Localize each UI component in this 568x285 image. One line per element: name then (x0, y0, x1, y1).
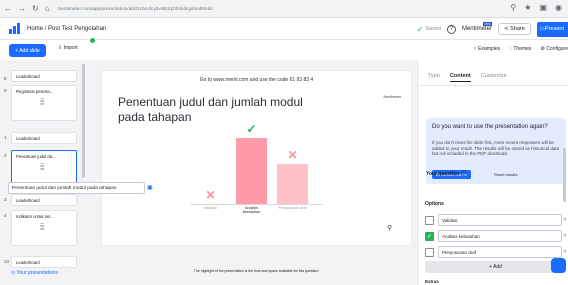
option-input[interactable]: Validasi (438, 214, 562, 226)
slide-thumbnail[interactable]: Leaderboard (11, 194, 77, 206)
slide-title: Leaderboard (16, 136, 40, 141)
list-icon: ☰ ☰ (40, 223, 45, 232)
list-icon: ☰ ☰ (40, 98, 45, 107)
mentimeter-logo-icon[interactable] (9, 23, 21, 34)
correct-checkbox[interactable] (425, 215, 434, 225)
add-option-button[interactable]: + Add (425, 261, 566, 273)
list-icon: ☰ ☰ (40, 163, 45, 172)
join-instructions: Go to www.menti.com and use the code 61 … (199, 77, 314, 83)
info-body: If you don't reset the slide first, more… (432, 140, 559, 156)
mentimeter-watermark: Mentimeter (383, 95, 401, 99)
canvas-footer-note: The highlight of the presentation is the… (193, 269, 320, 273)
back-icon[interactable]: ← (4, 4, 12, 13)
reset-results-button[interactable]: Reset results (494, 170, 517, 179)
add-slide-button[interactable]: + Add slide (9, 44, 46, 57)
slide-list-scrollbar[interactable] (82, 64, 85, 178)
slide-number: 4 (4, 213, 7, 218)
info-icon: ⓘ (460, 171, 466, 177)
profile-icon[interactable]: ◉ (555, 3, 562, 12)
reload-icon[interactable]: ↻ (32, 4, 39, 13)
slide-title: Registrasi peserta... (16, 89, 54, 94)
home-icon[interactable]: ⌂ (45, 4, 50, 13)
slide-title: Leaderboard (16, 260, 40, 265)
slide-number: 3 (4, 197, 7, 202)
option-input[interactable]: Analisis kebutuhan (438, 230, 562, 242)
workspace-menu[interactable]: Mentimeter PRO (462, 22, 492, 32)
slide-thumbnail[interactable]: Leaderboard (11, 132, 77, 144)
extension-icon[interactable]: ▣ (539, 3, 547, 12)
remove-option-icon[interactable]: ✕ (563, 217, 567, 223)
check-icon: ✓ (416, 24, 424, 34)
tab-type[interactable]: Type (428, 73, 440, 82)
question-title[interactable]: Penentuan judul dan jumlah modul pada ta… (118, 95, 318, 125)
your-presentations-link[interactable]: ⊙ Your presentations (11, 270, 58, 276)
help-icon[interactable]: ? (446, 24, 456, 34)
share-button[interactable]: ≺ Share (497, 23, 531, 35)
address-bar[interactable]: mentimeter.com/app/presentation/al4z1cbc… (58, 6, 213, 11)
slide-thumbnail[interactable]: Indikator untuk set... ☰ ☰ (11, 210, 77, 246)
your-question-label: Your question ⓘ (426, 171, 466, 177)
examples-button[interactable]: ♀ Examples (473, 46, 500, 52)
browser-bar: ← → ↻ ⌂ mentimeter.com/app/presentation/… (0, 0, 568, 18)
saved-status: ✓ Saved (416, 24, 441, 34)
option-row: Penyusunan draf ✕ (425, 245, 567, 259)
chart-baseline (190, 204, 323, 205)
tab-customize[interactable]: Customize (481, 73, 507, 82)
slide-title: Indikator untuk set... (16, 214, 54, 219)
themes-button[interactable]: ◌ Themes (509, 46, 531, 52)
chart-category-label: Validasi (203, 206, 217, 210)
breadcrumb[interactable]: Home / Post Test Pengolahan (27, 26, 106, 32)
present-button[interactable]: ▷ Present (536, 21, 568, 37)
extras-label: Extras (425, 279, 439, 284)
configure-button[interactable]: ⚙ Configure (540, 46, 568, 52)
correct-check-icon: ✓ (246, 122, 257, 136)
import-button[interactable]: ⇩ Import (58, 45, 78, 51)
incorrect-x-icon: ✕ (287, 148, 298, 162)
chart-bar (277, 164, 308, 204)
tab-content[interactable]: Content (449, 73, 471, 82)
slide-thumbnail[interactable]: Leaderboard (11, 70, 77, 82)
correct-checkbox[interactable]: ✓ (425, 231, 434, 241)
panel-scrollbar[interactable] (563, 148, 566, 202)
slide-number: 8 (4, 76, 7, 81)
option-row: Validasi ✕ (425, 213, 567, 227)
slide-number: 1 (4, 135, 7, 140)
slide-list: 8 Leaderboard 9 Registrasi peserta... ☰ ☰… (0, 60, 86, 285)
image-icon[interactable]: ▣ (147, 184, 153, 191)
bookmark-star-icon[interactable]: ★ (524, 3, 531, 12)
chart-category-label: Penyusunan draf (278, 206, 307, 210)
forward-icon[interactable]: → (18, 4, 26, 13)
incorrect-x-icon: ✕ (205, 188, 216, 202)
app-header: Home / Post Test Pengolahan ✓ Saved ? Me… (0, 18, 568, 40)
remove-option-icon[interactable]: ✕ (563, 249, 567, 255)
question-input[interactable]: Penentuan judul dan jumlah modul pada ta… (8, 182, 145, 194)
editor-toolbar: + Add slide ⇩ Import ♀ Examples ◌ Themes… (0, 37, 568, 60)
slide-number: 2 (4, 153, 7, 158)
slide-title: Leaderboard (16, 198, 40, 203)
info-heading: Do you want to use the presentation agai… (432, 124, 548, 130)
slide-title: Penentuan judul da... (16, 154, 56, 159)
slide-number: 9 (4, 88, 7, 93)
remove-option-icon[interactable]: ✕ (563, 233, 567, 239)
slide-title: Leaderboard (16, 74, 40, 79)
slide-thumbnail[interactable]: Registrasi peserta... ☰ ☰ (11, 85, 77, 121)
options-label: Options (425, 201, 444, 207)
slide-thumbnail[interactable]: Penentuan judul da... ☰ ☰ (11, 150, 77, 186)
chart-bar (236, 138, 267, 204)
notification-dot (89, 37, 96, 44)
chat-support-button[interactable] (551, 258, 566, 273)
slide-thumbnail[interactable]: Leaderboard (11, 256, 77, 268)
chart-category-label: Analisis kebutuhan (242, 206, 261, 214)
tab-divider (418, 85, 568, 86)
option-input[interactable]: Penyusunan draf (438, 246, 562, 258)
slide-number: 10 (4, 259, 10, 264)
person-icon: ⚲ (387, 225, 393, 232)
pro-badge: PRO (483, 22, 492, 26)
correct-checkbox[interactable] (425, 247, 434, 257)
option-row: ✓ Analisis kebutuhan ✕ (425, 229, 567, 243)
zoom-icon[interactable]: ⚲ (510, 3, 516, 12)
